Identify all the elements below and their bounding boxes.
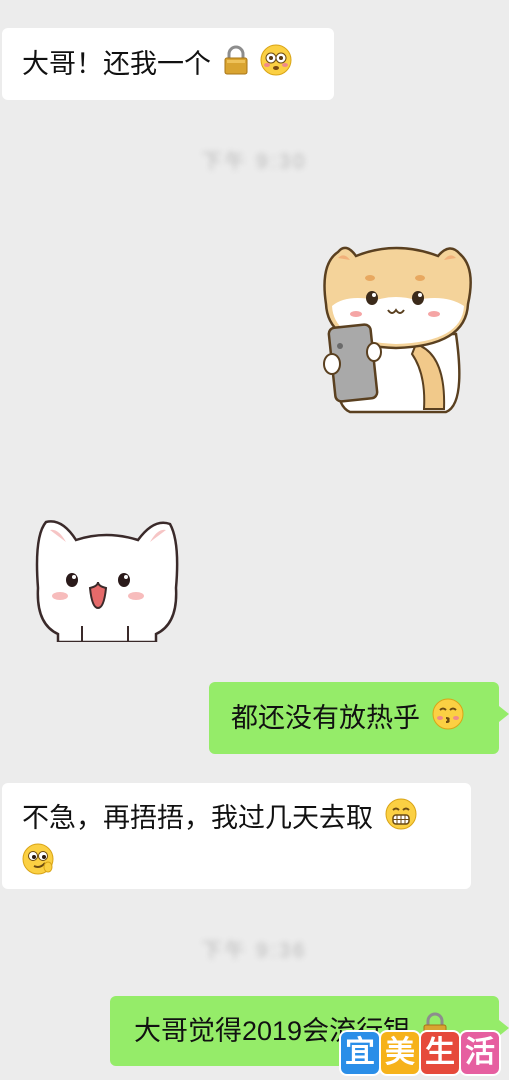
- watermark-char: 活: [461, 1032, 499, 1074]
- bubble-tail: [499, 1020, 509, 1036]
- timestamp: 下午 9:30: [201, 151, 308, 173]
- white-cat-sticker[interactable]: [32, 516, 182, 647]
- message-text: 不急，再捂捂，我过几天去取: [22, 803, 373, 833]
- watermark-char: 宜: [341, 1032, 379, 1074]
- message-bubble-incoming[interactable]: 不急，再捂捂，我过几天去取: [2, 783, 471, 889]
- message-text: 大哥！还我一个: [22, 49, 211, 79]
- smirk-face-icon: [22, 843, 54, 887]
- message-bubble-incoming[interactable]: 大哥！还我一个: [2, 28, 334, 100]
- shiba-dog-holding-phone-sticker[interactable]: [316, 234, 476, 419]
- grimace-face-icon: [385, 798, 417, 842]
- message-bubble-outgoing[interactable]: 都还没有放热乎: [209, 682, 499, 754]
- lock-icon: [223, 45, 249, 87]
- bubble-tail: [499, 706, 509, 722]
- watermark-char: 生: [421, 1032, 459, 1074]
- watermark-char: 美: [381, 1032, 419, 1074]
- flushed-face-icon: [260, 44, 292, 88]
- watermark-logo: 宜 美 生 活: [341, 1032, 499, 1074]
- timestamp: 下午 9:36: [201, 940, 308, 962]
- kiss-face-icon: [432, 698, 464, 742]
- message-text: 都还没有放热乎: [231, 703, 420, 733]
